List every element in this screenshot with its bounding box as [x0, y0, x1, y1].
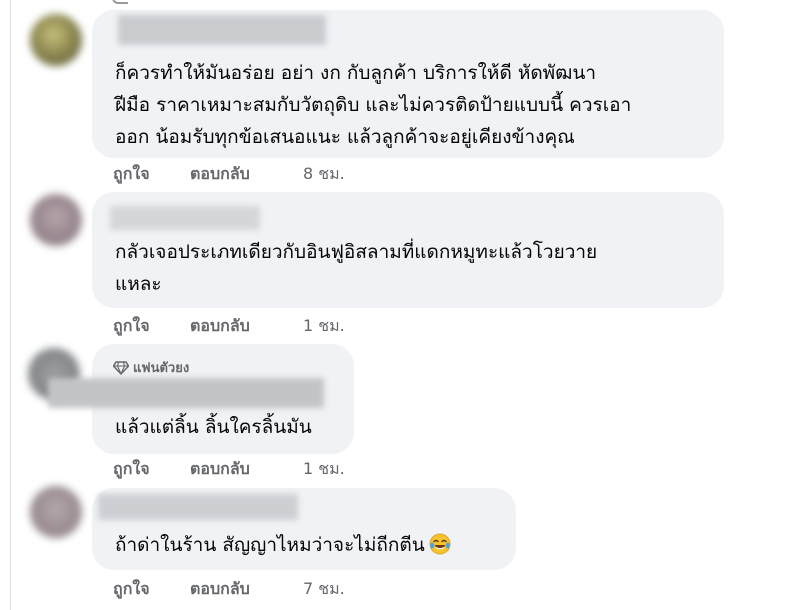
comment-actions: ถูกใจ ตอบกลับ 8 ชม.	[113, 163, 413, 185]
comment-timestamp[interactable]: 7 ชม.	[303, 578, 345, 600]
comment-text-line: ถ้าด่าในร้าน สัญญาไหมว่าจะไม่ถีกตีน	[115, 528, 451, 562]
laughing-tears-emoji	[429, 532, 451, 555]
comment-text-line: แล้วแต่ลิ้น ลิ้นใครลิ้นมัน	[115, 416, 312, 438]
comment-timestamp[interactable]: 8 ชม.	[303, 163, 345, 185]
comment-text-line: ฝีมือ ราคาเหมาะสมกับวัตถุดิบ และไม่ควรติ…	[115, 94, 632, 116]
comment-text-line: กลัวเจอประเภทเดียวกับอินฟูอิสลามที่แดกหม…	[115, 241, 598, 263]
previous-item-fragment	[112, 0, 128, 4]
comment-actions: ถูกใจ ตอบกลับ 7 ชม.	[113, 578, 413, 600]
diamond-icon	[112, 361, 130, 379]
commenter-name[interactable]	[118, 15, 326, 45]
avatar[interactable]	[30, 14, 82, 66]
comment-text-line: ก็ควรทำให้มันอร่อย อย่า งก กับลูกค้า บริ…	[115, 62, 597, 84]
commenter-name[interactable]	[98, 494, 298, 520]
avatar[interactable]	[30, 486, 82, 538]
reply-button[interactable]: ตอบกลับ	[190, 578, 250, 600]
reply-button[interactable]: ตอบกลับ	[190, 163, 250, 185]
fan-badge: แฟนตัวยง	[112, 357, 190, 379]
comment-text-line: แหละ	[115, 273, 162, 295]
comment-thread: ก็ควรทำให้มันอร่อย อย่า งก กับลูกค้า บริ…	[0, 0, 790, 610]
commenter-name[interactable]	[110, 206, 260, 230]
like-button[interactable]: ถูกใจ	[113, 315, 150, 337]
avatar[interactable]	[30, 194, 82, 246]
comment-text: ถ้าด่าในร้าน สัญญาไหมว่าจะไม่ถีกตีน	[115, 534, 425, 556]
comment-text-line: ออก น้อมรับทุกข้อเสนอแนะ แล้วลูกค้าจะอยู…	[115, 126, 575, 148]
comment-timestamp[interactable]: 1 ชม.	[303, 458, 345, 480]
comment-actions: ถูกใจ ตอบกลับ 1 ชม.	[113, 458, 413, 480]
like-button[interactable]: ถูกใจ	[113, 458, 150, 480]
like-button[interactable]: ถูกใจ	[113, 578, 150, 600]
fan-badge-label: แฟนตัวยง	[133, 361, 190, 376]
commenter-name[interactable]	[48, 378, 324, 408]
thread-divider	[0, 0, 11, 610]
comment-actions: ถูกใจ ตอบกลับ 1 ชม.	[113, 315, 413, 337]
reply-button[interactable]: ตอบกลับ	[190, 315, 250, 337]
reply-button[interactable]: ตอบกลับ	[190, 458, 250, 480]
comment-timestamp[interactable]: 1 ชม.	[303, 315, 345, 337]
like-button[interactable]: ถูกใจ	[113, 163, 150, 185]
